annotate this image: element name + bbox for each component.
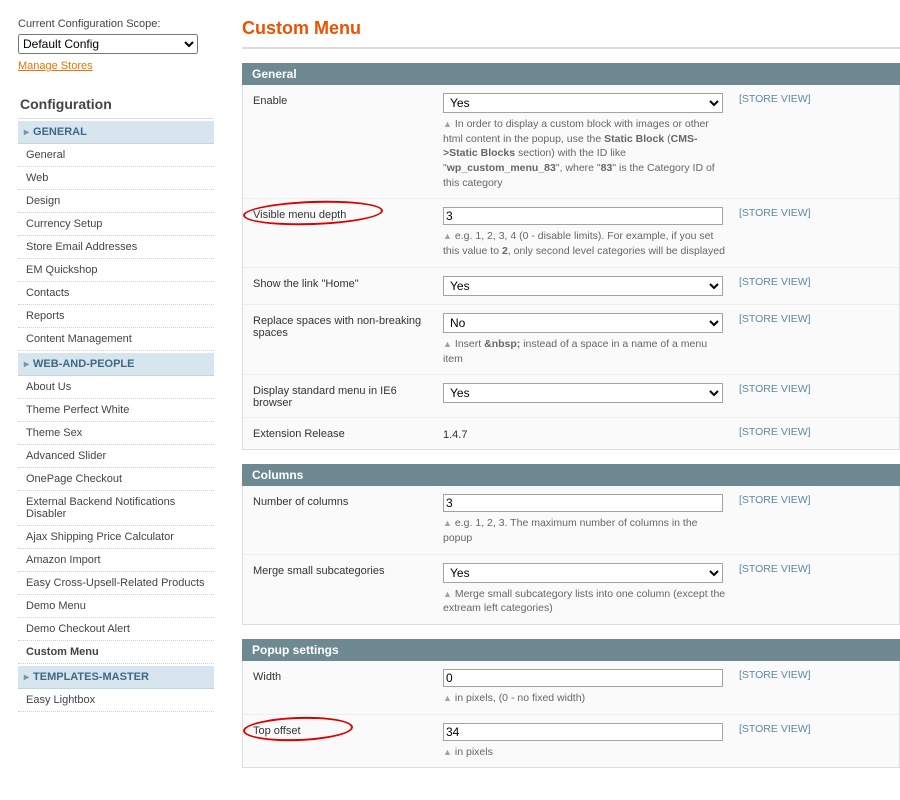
select-nbsp[interactable]: No bbox=[443, 313, 723, 333]
select-merge[interactable]: Yes bbox=[443, 563, 723, 583]
sidebar-item[interactable]: OnePage Checkout bbox=[18, 468, 214, 491]
select-ie6[interactable]: Yes bbox=[443, 383, 723, 403]
scope-tag: [STORE VIEW] bbox=[729, 723, 821, 735]
sidebar-item[interactable]: Advanced Slider bbox=[18, 445, 214, 468]
hint-num-columns: ▲e.g. 1, 2, 3. The maximum number of col… bbox=[443, 512, 729, 545]
sidebar-item[interactable]: Theme Perfect White bbox=[18, 399, 214, 422]
sidebar-item[interactable]: Ajax Shipping Price Calculator bbox=[18, 526, 214, 549]
sidebar-item[interactable]: Easy Cross-Upsell-Related Products bbox=[18, 572, 214, 595]
sidebar-item[interactable]: Custom Menu bbox=[18, 641, 214, 664]
scope-label: Current Configuration Scope: bbox=[18, 18, 214, 30]
sidebar-item[interactable]: Demo Checkout Alert bbox=[18, 618, 214, 641]
configuration-heading: Configuration bbox=[18, 90, 214, 119]
sidebar-item[interactable]: Demo Menu bbox=[18, 595, 214, 618]
sidebar-item[interactable]: Easy Lightbox bbox=[18, 689, 214, 712]
nav-group-title: WEB-AND-PEOPLE bbox=[33, 358, 134, 370]
sidebar-item[interactable]: External Backend Notifications Disabler bbox=[18, 491, 214, 526]
hint-popup-width: ▲in pixels, (0 - no fixed width) bbox=[443, 687, 729, 706]
select-enable[interactable]: Yes bbox=[443, 93, 723, 113]
hint-visible-depth: ▲e.g. 1, 2, 3, 4 (0 - disable limits). F… bbox=[443, 225, 729, 258]
hint-nbsp: ▲Insert &nbsp; instead of a space in a n… bbox=[443, 333, 729, 366]
input-top-offset[interactable] bbox=[443, 723, 723, 741]
label-top-offset: Top offset bbox=[253, 723, 443, 737]
chevron-right-icon: ▸ bbox=[24, 127, 29, 138]
scope-tag: [STORE VIEW] bbox=[729, 669, 821, 681]
sidebar-item[interactable]: Store Email Addresses bbox=[18, 236, 214, 259]
sidebar-item[interactable]: Amazon Import bbox=[18, 549, 214, 572]
scope-tag: [STORE VIEW] bbox=[729, 494, 821, 506]
scope-tag: [STORE VIEW] bbox=[729, 313, 821, 325]
manage-stores-link[interactable]: Manage Stores bbox=[18, 60, 93, 72]
chevron-right-icon: ▸ bbox=[24, 359, 29, 370]
chevron-right-icon: ▸ bbox=[24, 672, 29, 683]
label-home-link: Show the link "Home" bbox=[253, 276, 443, 290]
label-merge: Merge small subcategories bbox=[253, 563, 443, 577]
scope-tag: [STORE VIEW] bbox=[729, 276, 821, 288]
scope-tag: [STORE VIEW] bbox=[729, 207, 821, 219]
hint-merge: ▲Merge small subcategory lists into one … bbox=[443, 583, 729, 616]
label-ie6: Display standard menu in IE6 browser bbox=[253, 383, 443, 409]
label-release: Extension Release bbox=[253, 426, 443, 440]
sidebar-item[interactable]: EM Quickshop bbox=[18, 259, 214, 282]
scope-tag: [STORE VIEW] bbox=[729, 563, 821, 575]
nav-group-header[interactable]: ▸ GENERAL bbox=[18, 121, 214, 144]
sidebar-item[interactable]: Content Management bbox=[18, 328, 214, 351]
sidebar-item[interactable]: Theme Sex bbox=[18, 422, 214, 445]
scope-select[interactable]: Default Config bbox=[18, 34, 198, 54]
hint-enable: ▲In order to display a custom block with… bbox=[443, 113, 729, 190]
scope-tag: [STORE VIEW] bbox=[729, 383, 821, 395]
input-num-columns[interactable] bbox=[443, 494, 723, 512]
sidebar-item[interactable]: About Us bbox=[18, 376, 214, 399]
label-nbsp: Replace spaces with non-breaking spaces bbox=[253, 313, 443, 339]
hint-top-offset: ▲in pixels bbox=[443, 741, 729, 760]
label-num-columns: Number of columns bbox=[253, 494, 443, 508]
label-popup-width: Width bbox=[253, 669, 443, 683]
sidebar-item[interactable]: Design bbox=[18, 190, 214, 213]
nav-group-title: GENERAL bbox=[33, 126, 87, 138]
sidebar-item[interactable]: Currency Setup bbox=[18, 213, 214, 236]
title-rule bbox=[242, 47, 900, 49]
scope-tag: [STORE VIEW] bbox=[729, 93, 821, 105]
sidebar-item[interactable]: Reports bbox=[18, 305, 214, 328]
input-visible-depth[interactable] bbox=[443, 207, 723, 225]
label-visible-depth: Visible menu depth bbox=[253, 207, 443, 221]
nav-group-header[interactable]: ▸ TEMPLATES-MASTER bbox=[18, 666, 214, 689]
section-header-general[interactable]: General bbox=[242, 63, 900, 85]
value-release: 1.4.7 bbox=[443, 426, 729, 441]
sidebar-item[interactable]: General bbox=[18, 144, 214, 167]
section-header-columns[interactable]: Columns bbox=[242, 464, 900, 486]
scope-tag: [STORE VIEW] bbox=[729, 426, 821, 438]
sidebar-item[interactable]: Contacts bbox=[18, 282, 214, 305]
label-enable: Enable bbox=[253, 93, 443, 107]
section-header-popup[interactable]: Popup settings bbox=[242, 639, 900, 661]
select-home-link[interactable]: Yes bbox=[443, 276, 723, 296]
nav-group-title: TEMPLATES-MASTER bbox=[33, 671, 149, 683]
nav-group-header[interactable]: ▸ WEB-AND-PEOPLE bbox=[18, 353, 214, 376]
input-popup-width[interactable] bbox=[443, 669, 723, 687]
page-title: Custom Menu bbox=[242, 18, 900, 39]
sidebar-item[interactable]: Web bbox=[18, 167, 214, 190]
